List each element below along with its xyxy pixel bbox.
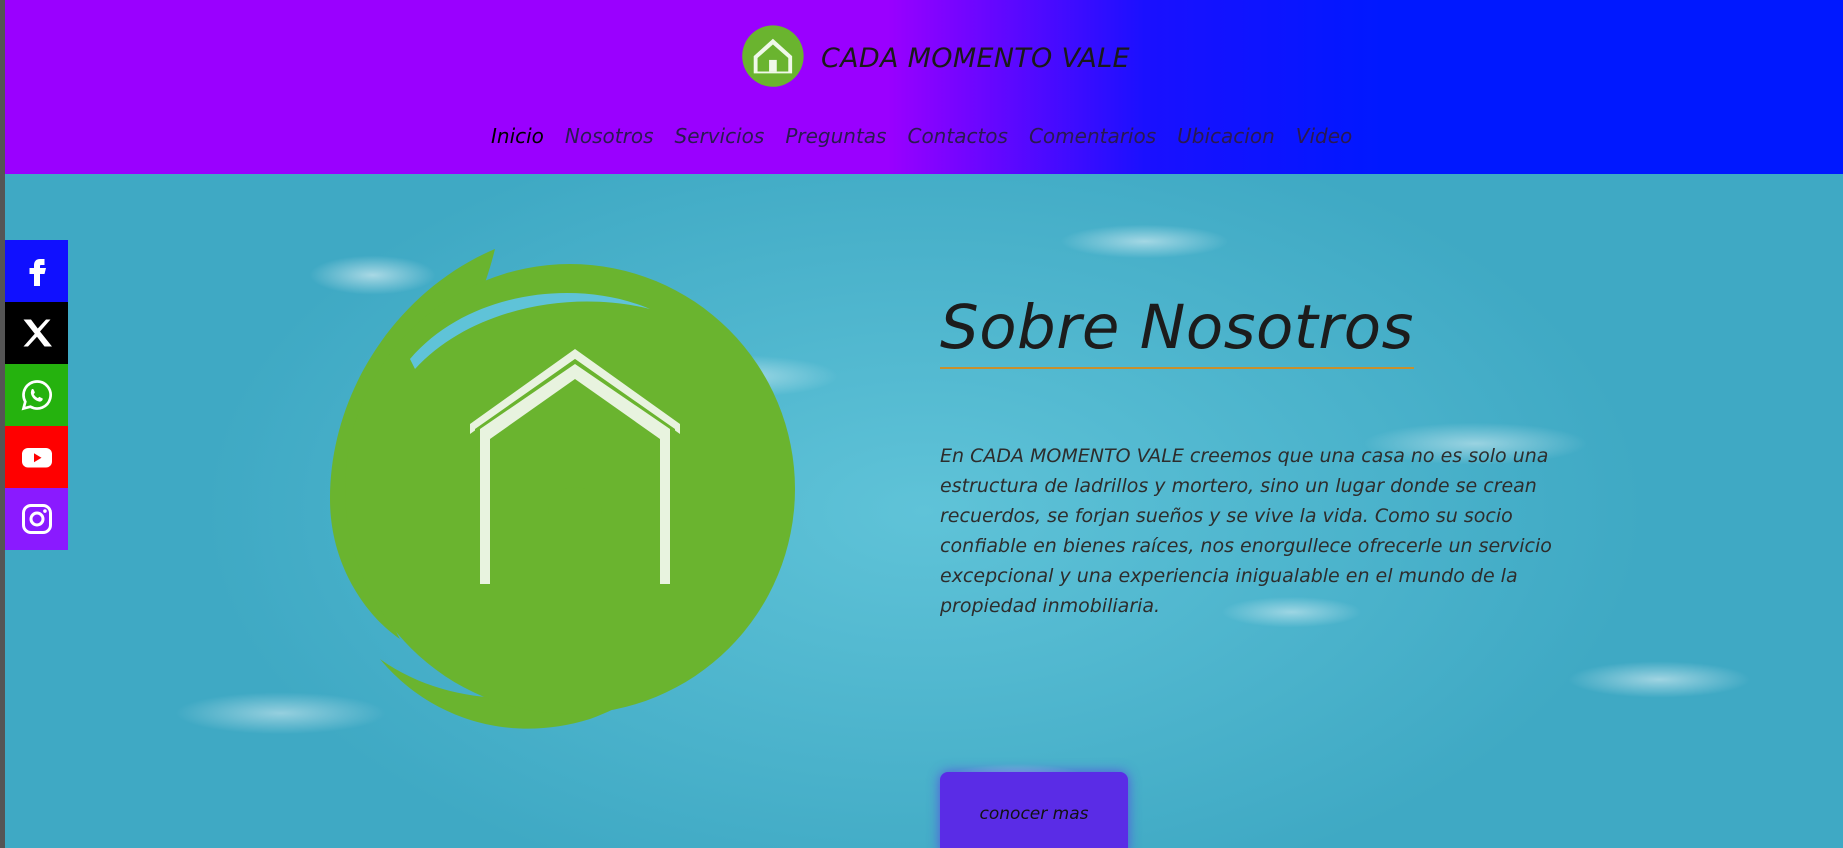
about-block: Sobre Nosotros En CADA MOMENTO VALE cree…	[940, 294, 1590, 848]
page: CADA MOMENTO VALE Inicio Nosotros Servic…	[5, 0, 1843, 848]
nav-item-comentarios[interactable]: Comentarios	[1029, 124, 1156, 148]
site-header: CADA MOMENTO VALE Inicio Nosotros Servic…	[5, 0, 1843, 174]
about-text: En CADA MOMENTO VALE creemos que una cas…	[940, 445, 1552, 618]
facebook-icon	[29, 259, 46, 286]
house-swirl-logo-icon	[330, 249, 795, 729]
nav-item-servicios[interactable]: Servicios	[675, 124, 765, 148]
brand-name: CADA MOMENTO VALE	[821, 42, 1130, 74]
youtube-link[interactable]	[5, 426, 68, 488]
about-title: Sobre Nosotros	[940, 294, 1414, 370]
hero-section: Sobre Nosotros En CADA MOMENTO VALE cree…	[5, 174, 1843, 848]
house-swirl-logo-icon	[734, 19, 804, 95]
nav-item-video[interactable]: Video	[1296, 124, 1352, 148]
x-link[interactable]	[5, 302, 68, 364]
nav-item-contactos[interactable]: Contactos	[907, 124, 1007, 148]
main-nav: Inicio Nosotros Servicios Preguntas Cont…	[491, 124, 1352, 148]
conocer-mas-button[interactable]: conocer mas	[940, 772, 1128, 848]
nav-item-preguntas[interactable]: Preguntas	[785, 124, 886, 148]
instagram-icon	[21, 504, 52, 534]
x-icon	[23, 319, 52, 347]
nav-item-inicio[interactable]: Inicio	[491, 124, 544, 148]
brand[interactable]: CADA MOMENTO VALE	[723, 10, 1130, 106]
whatsapp-icon	[21, 380, 52, 411]
youtube-icon	[21, 448, 52, 468]
whatsapp-link[interactable]	[5, 364, 68, 426]
social-sidebar	[5, 240, 68, 550]
instagram-link[interactable]	[5, 488, 68, 550]
nav-item-nosotros[interactable]: Nosotros	[565, 124, 654, 148]
nav-item-ubicacion[interactable]: Ubicacion	[1177, 124, 1275, 148]
facebook-link[interactable]	[5, 240, 68, 302]
